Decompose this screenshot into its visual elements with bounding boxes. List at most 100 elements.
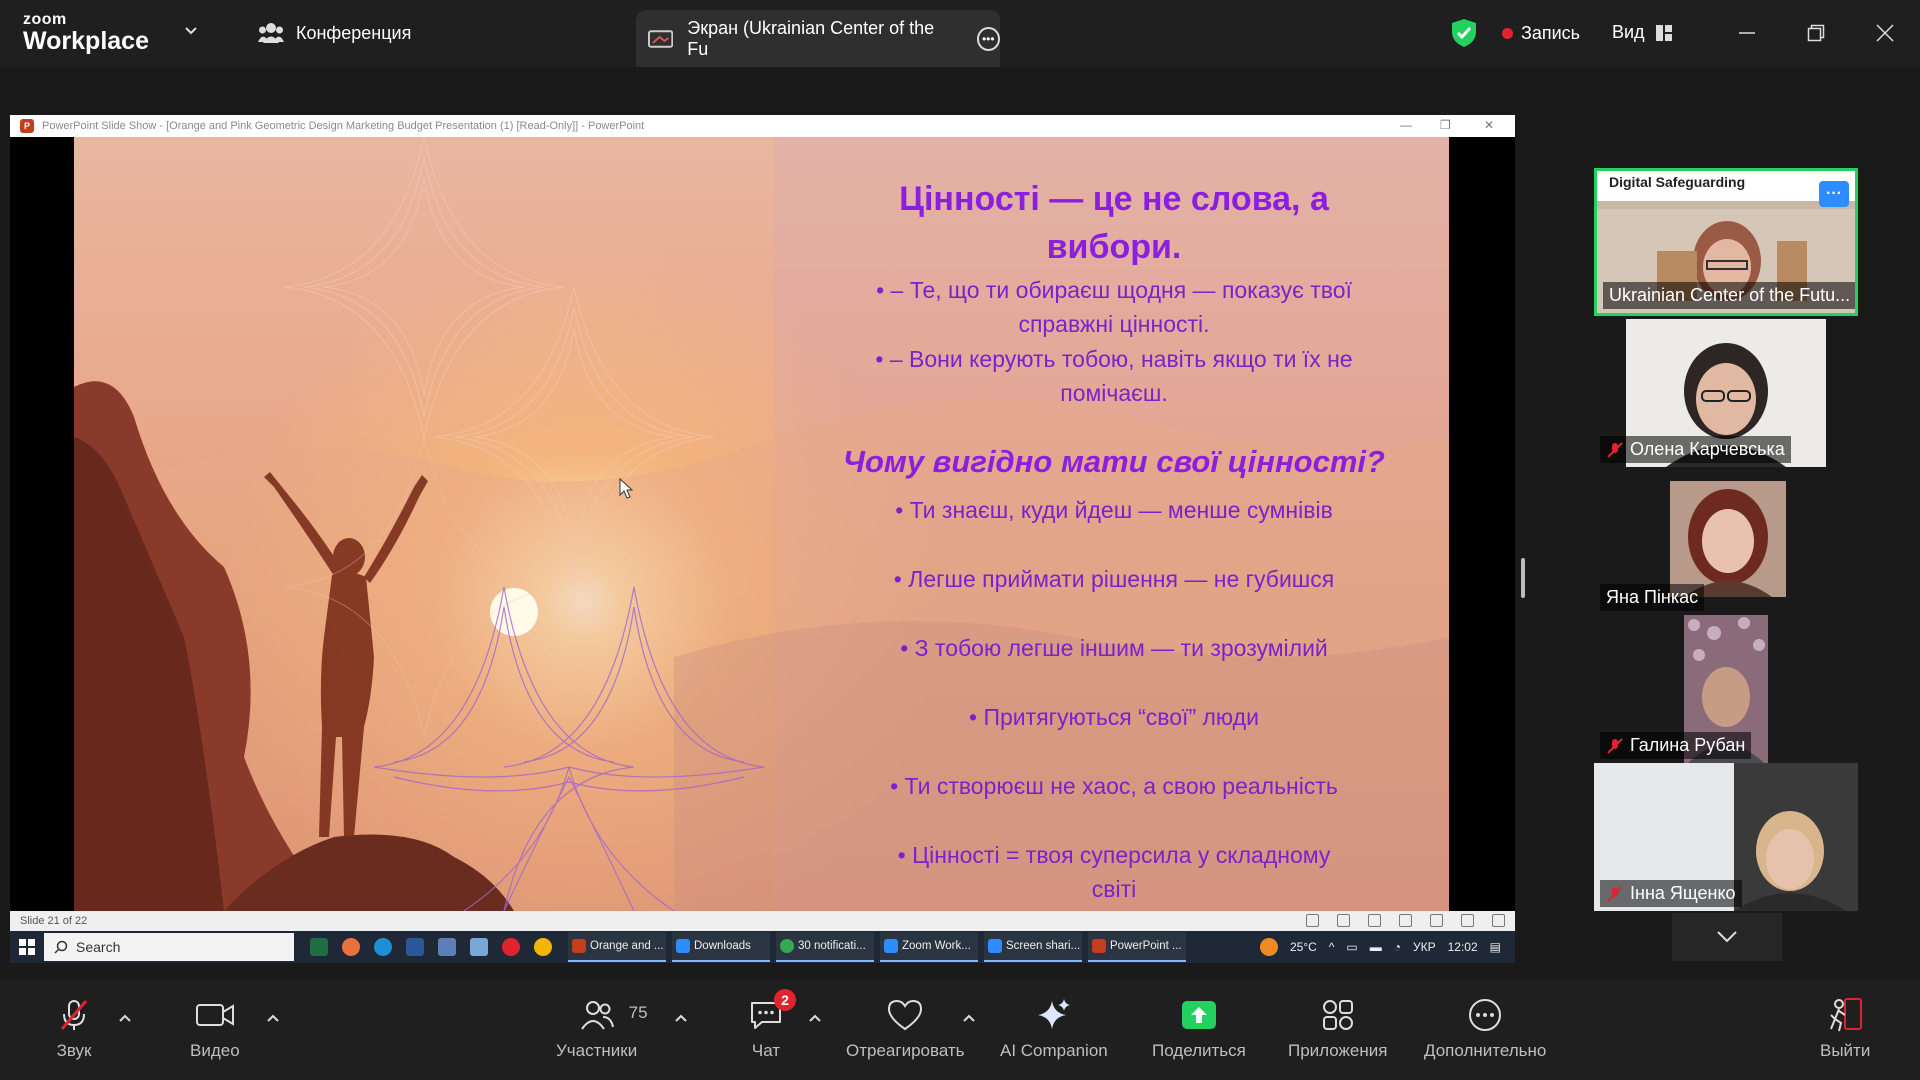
audio-options-icon[interactable] [118,1011,132,1025]
share-screen-button[interactable]: Поделиться [1152,997,1246,1061]
slide-menu-icon[interactable] [1337,914,1350,927]
normal-view-icon[interactable] [1399,914,1412,927]
audio-button[interactable]: Звук [56,997,92,1061]
participant-name-label: Олена Карчевська [1630,439,1785,459]
taskbar-app[interactable]: Downloads [672,932,770,962]
taskbar-search[interactable]: Search [44,933,294,961]
view-label: Вид [1612,22,1645,42]
participant-tile[interactable]: Інна Ященко [1594,763,1858,911]
restore-button[interactable] [1801,18,1831,48]
participant-tile[interactable]: Галина Рубан [1594,615,1858,763]
more-icon [1469,999,1502,1031]
recording-indicator[interactable]: Запись [1502,23,1580,44]
participant-name-label: Ukrainian Center of the Futu... [1609,285,1851,305]
weather-icon[interactable] [1259,938,1278,956]
chat-options-icon[interactable] [808,1011,822,1025]
windows-start-button[interactable] [10,931,44,963]
taskbar-app-label: Zoom Work... [902,940,971,952]
powerpoint-icon [572,939,586,953]
excel-icon[interactable] [310,938,328,956]
record-label: Запись [1521,23,1581,43]
temperature: 25°C [1289,940,1317,954]
taskbar-app[interactable]: Screen shari... [984,932,1082,962]
network-icon[interactable]: ▭ [1346,940,1357,954]
participants-button[interactable]: 75 Участники [556,997,648,1061]
react-options-icon[interactable] [962,1011,976,1025]
save-icon[interactable] [438,938,456,956]
share-screen-icon [1181,1001,1216,1029]
participants-icon [580,1001,614,1030]
chevron-down-icon[interactable] [184,24,198,38]
ai-companion-button[interactable]: AI Companion [1000,997,1108,1061]
participant-name: Яна Пінкас [1600,584,1705,611]
opera-icon[interactable] [502,938,520,956]
battery-icon[interactable]: ▬ [1370,940,1382,954]
shield-icon[interactable] [1451,18,1477,48]
ppt-minimize-icon[interactable]: — [1400,118,1412,132]
reading-view-icon[interactable] [1461,914,1474,927]
slide-item-6b: світі [1091,876,1137,902]
sorter-view-icon[interactable] [1430,914,1443,927]
slide-item-2: • Легше приймати рішення — не губишся [893,566,1335,592]
taskbar-app-label: Downloads [694,940,751,952]
share-tab[interactable]: Экран (Ukrainian Center of the Fu ••• [636,10,1000,67]
heart-icon [888,999,923,1031]
apps-button[interactable]: Приложения [1288,997,1387,1061]
language-indicator[interactable]: УКР [1413,940,1436,954]
edge-icon[interactable] [374,938,392,956]
next-slide-icon[interactable] [1368,914,1381,927]
minimize-button[interactable] [1732,18,1762,48]
video-options-icon[interactable] [266,1011,280,1025]
mic-muted-icon [1607,737,1623,754]
react-button[interactable]: Отреагировать [846,997,965,1061]
participant-tile[interactable]: Яна Пінкас [1594,467,1858,615]
firefox-icon[interactable] [342,938,360,956]
participant-name-label: Інна Ященко [1630,883,1736,903]
slideshow-view-icon[interactable] [1492,914,1505,927]
chrome-icon[interactable] [534,938,552,956]
taskbar-app-label: Orange and ... [590,940,664,952]
split-handle[interactable] [1521,558,1525,598]
meeting-info-button[interactable]: Конференция [258,22,411,44]
view-button[interactable]: Вид [1612,22,1673,43]
share-tab-label: Экран (Ukrainian Center of the Fu [687,17,935,59]
meeting-toolbar: Звук Видео 75 Участники 2 Чат Отреагиров… [0,979,1920,1080]
ppt-close-icon[interactable]: ✕ [1484,118,1494,132]
participants-options-icon[interactable] [674,1011,688,1025]
volume-icon[interactable]: ◔ [1394,940,1401,954]
clock[interactable]: 12:02 [1448,940,1478,954]
prev-slide-icon[interactable] [1306,914,1319,927]
taskbar-app[interactable]: Orange and ... [568,932,666,962]
close-button[interactable] [1870,18,1900,48]
screen-share-icon [648,29,674,48]
word-icon[interactable] [406,938,424,956]
brand-large: Workplace [23,27,149,55]
app-icon[interactable] [470,938,488,956]
chat-button[interactable]: 2 Чат [748,989,796,1061]
ai-companion-label: AI Companion [1000,1041,1108,1060]
taskbar-app[interactable]: PowerPoint ... [1088,932,1186,962]
slide-item-5: • Ти створюєш не хаос, а свою реальність [890,773,1338,799]
more-button[interactable]: Дополнительно [1424,997,1546,1061]
more-icon[interactable]: ••• [976,26,1000,51]
chevron-down-icon [1717,931,1737,943]
participant-name: Галина Рубан [1600,732,1752,759]
notifications-icon[interactable]: ▤ [1490,940,1501,954]
participant-tile-presenter[interactable]: Digital Safeguarding ··· Ukrainian Cente… [1594,168,1858,316]
react-label: Отреагировать [846,1041,965,1060]
taskbar-app[interactable]: Zoom Work... [880,932,978,962]
taskbar-app[interactable]: 30 notificati... [776,932,874,962]
ppt-restore-icon[interactable]: ❐ [1440,118,1451,132]
leave-button[interactable]: Выйти [1820,997,1870,1061]
close-icon [1876,24,1894,42]
video-button[interactable]: Видео [190,997,240,1061]
tile-more-button[interactable]: ··· [1819,181,1849,207]
slide-item-3: • З тобою легше іншим — ти зрозумілий [900,635,1328,661]
audio-label: Звук [56,1041,92,1060]
powerpoint-icon [1092,939,1106,953]
scroll-down-button[interactable] [1672,913,1782,961]
tray-chevron-icon[interactable]: ^ [1329,940,1335,954]
participants-icon-wrap: 75 [579,997,648,1033]
participant-tile[interactable]: Олена Карчевська [1594,319,1858,467]
slide[interactable]: Цінності — це не слова, а вибори. • – Те… [74,137,1449,911]
